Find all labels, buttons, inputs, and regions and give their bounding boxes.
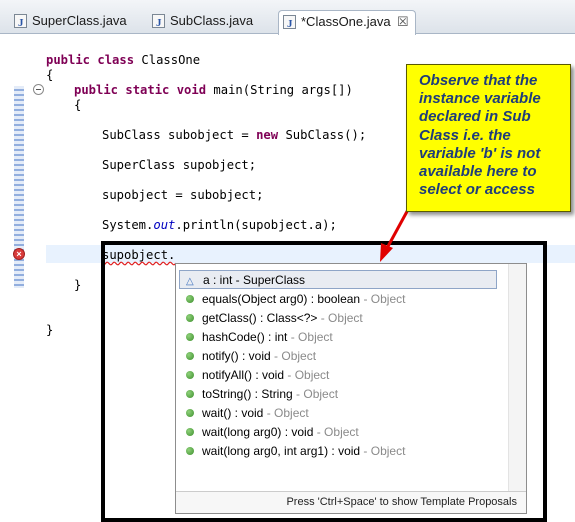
arrow-head — [380, 243, 393, 262]
arrow-line — [384, 205, 412, 251]
annotation-callout: Observe that the instance variable decla… — [406, 64, 571, 212]
